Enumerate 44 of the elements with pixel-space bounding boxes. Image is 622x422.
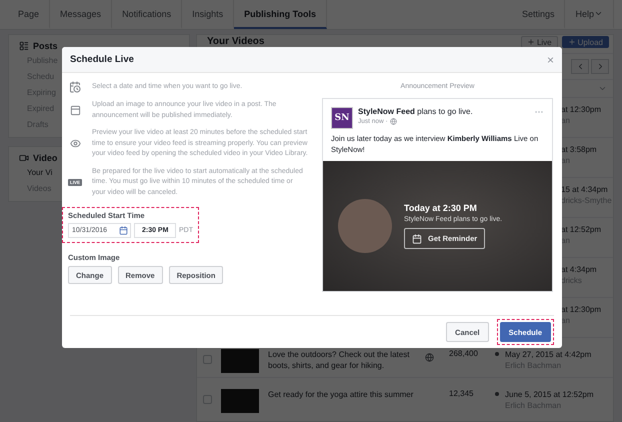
status-dot <box>495 352 499 356</box>
video-title: Love the outdoors? Check out the latest boots, shirts, and gear for hiking. <box>267 349 410 371</box>
calendar-icon <box>119 226 128 235</box>
previous-page-button[interactable] <box>571 59 589 74</box>
posts-icon <box>19 41 29 51</box>
nav-tab[interactable]: Insights <box>182 0 234 29</box>
dropdown-caret-icon[interactable] <box>598 84 607 93</box>
view-count: 12,345 <box>449 389 474 398</box>
video-thumbnail <box>221 349 259 373</box>
close-button[interactable]: × <box>546 54 554 66</box>
view-count: 268,400 <box>449 349 479 358</box>
status-dot <box>495 392 499 396</box>
date-text: 15 at 4:34pm <box>561 184 609 195</box>
caret-icon <box>594 9 603 18</box>
panel-title: Your Videos <box>207 36 266 47</box>
page-logo: SN <box>331 107 353 129</box>
sidebar-heading-text: Video <box>33 153 58 163</box>
image-icon <box>70 105 80 116</box>
nav-link[interactable]: Settings <box>512 0 566 29</box>
sidebar-heading-text: Posts <box>33 41 58 51</box>
video-thumbnail <box>221 389 259 413</box>
add-button[interactable]: Live <box>520 36 558 48</box>
add-button[interactable]: Upload <box>562 36 609 48</box>
globe-icon <box>390 118 397 125</box>
nav-tab[interactable]: Notifications <box>112 0 182 29</box>
plus-icon <box>526 38 535 46</box>
date-text: May 27, 2015 at 4:42pm <box>505 349 592 360</box>
help-menu[interactable]: Help <box>565 0 614 29</box>
next-page-button[interactable] <box>591 59 609 74</box>
post-headline: StyleNow Feed plans to go live. <box>358 107 474 116</box>
video-icon <box>19 153 29 163</box>
row-checkbox[interactable] <box>203 355 212 364</box>
plus-icon <box>568 38 576 46</box>
date-text: June 5, 2015 at 12:52pm <box>505 389 595 400</box>
video-title: Get ready for the yoga attire this summer <box>267 389 414 400</box>
dialog-title: Schedule Live <box>70 54 135 65</box>
calendar-icon <box>412 234 422 244</box>
event-time: Today at 2:30 PM <box>404 203 478 213</box>
eye-icon <box>70 138 80 150</box>
nav-tab[interactable]: Messages <box>50 0 112 29</box>
nav-tab[interactable]: Page <box>8 0 50 29</box>
nav-tab[interactable]: Publishing Tools <box>234 0 327 29</box>
row-checkbox[interactable] <box>203 395 212 404</box>
calendar-clock-icon <box>69 81 81 93</box>
